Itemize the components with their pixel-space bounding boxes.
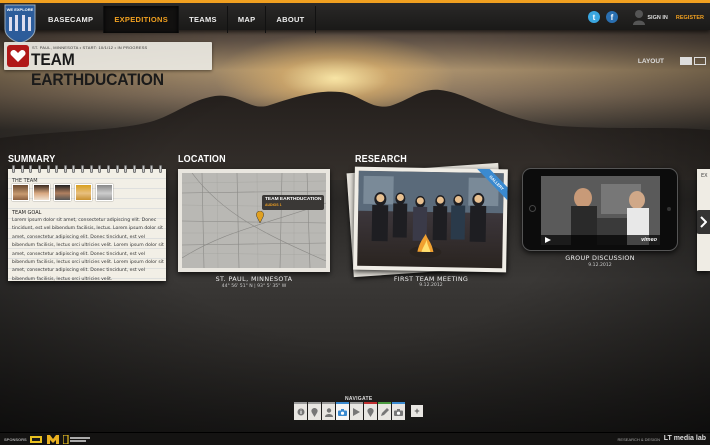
avatar[interactable] — [96, 184, 113, 201]
nav-tool-photos[interactable] — [336, 402, 349, 420]
top-navigation-bar: WE EXPLORE BASECAMP EXPEDITIONS TEAMS MA… — [0, 0, 710, 43]
location-heading: LOCATION — [178, 154, 226, 165]
layout-label: LAYOUT — [637, 58, 664, 65]
camera-icon — [338, 408, 347, 416]
nav-tool-places[interactable] — [364, 402, 377, 420]
nav-tool-gallery[interactable] — [392, 402, 405, 420]
next-arrow-button[interactable] — [696, 210, 710, 234]
location-coordinates: 44° 56' 51" N | 93° 5' 35" W — [221, 284, 287, 289]
team-banner: ST. PAUL, MINNESOTA • START: 10/1/12 • I… — [4, 42, 212, 89]
sponsor-logo-3[interactable] — [63, 435, 91, 444]
nav-about[interactable]: ABOUT — [266, 6, 316, 33]
location-card[interactable]: TEAM EARTHDUCATION AUDIOS 1 — [178, 169, 330, 272]
nav-tool-video[interactable] — [350, 402, 363, 420]
social-links: t f — [588, 11, 618, 23]
nav-tool-location[interactable] — [308, 402, 321, 420]
avatar[interactable] — [12, 184, 29, 201]
avatar[interactable] — [75, 184, 92, 201]
layout-grid-icon[interactable] — [694, 57, 706, 65]
medialab-logo[interactable]: LT media lab — [664, 435, 706, 442]
location-map[interactable]: TEAM EARTHDUCATION AUDIOS 1 — [182, 173, 326, 268]
play-icon — [353, 408, 360, 416]
person-icon — [324, 407, 333, 417]
map-pin-icon[interactable] — [256, 211, 264, 223]
facebook-icon[interactable]: f — [606, 11, 618, 23]
video-controls: vimeo — [541, 235, 660, 245]
team-badge-icon — [7, 45, 29, 67]
video-date: 9.12.2012 — [588, 263, 612, 268]
avatar[interactable] — [54, 184, 71, 201]
photo-caption: FIRST TEAM MEETING — [393, 275, 469, 283]
camera-icon — [394, 408, 403, 416]
nav-teams[interactable]: TEAMS — [179, 6, 228, 33]
peek-text: EX — [701, 173, 708, 179]
logo-text: WE EXPLORE — [7, 7, 34, 12]
add-button[interactable]: + — [411, 405, 423, 417]
summary-heading: SUMMARY — [8, 154, 56, 165]
sponsor-logo-1[interactable] — [30, 435, 42, 444]
team-avatars — [12, 184, 113, 201]
team-title: TEAM EARTHDUCATION — [31, 50, 164, 89]
video-player[interactable]: vimeo — [541, 176, 660, 245]
nav-tool-notes[interactable] — [378, 402, 391, 420]
vimeo-logo[interactable]: vimeo — [641, 237, 657, 243]
we-explore-logo[interactable]: WE EXPLORE — [3, 3, 37, 43]
phone-camera — [667, 207, 671, 211]
nav-map[interactable]: MAP — [228, 6, 267, 33]
research-design-label: RESEARCH & DESIGN — [617, 437, 660, 442]
map-popup: TEAM EARTHDUCATION AUDIOS 1 — [262, 195, 325, 210]
sign-in-link[interactable]: SIGN IN — [647, 15, 667, 21]
research-photo-card[interactable]: GALLERY — [353, 166, 508, 273]
team-goal-text: Lorem ipsum dolor sit amet, consectetur … — [12, 218, 164, 282]
team-goal-label: TEAM GOAL — [12, 210, 42, 216]
map-roads — [182, 173, 326, 268]
layout-switcher — [680, 57, 706, 65]
sponsor-logo-2[interactable] — [47, 435, 59, 444]
footer: SPONSORS RESEARCH & DESIGN LT media lab — [0, 432, 710, 445]
info-icon — [297, 408, 304, 416]
main-nav: BASECAMP EXPEDITIONS TEAMS MAP ABOUT — [38, 6, 316, 33]
play-icon[interactable] — [545, 237, 551, 243]
nav-tool-team[interactable] — [322, 402, 335, 420]
user-icon[interactable] — [632, 9, 646, 25]
layout-list-icon[interactable] — [680, 57, 692, 65]
team-meeting-photo — [357, 170, 504, 269]
map-popup-title: TEAM EARTHDUCATION — [265, 197, 322, 202]
nav-basecamp[interactable]: BASECAMP — [38, 6, 105, 33]
map-popup-subtitle: AUDIOS 1 — [265, 202, 282, 207]
research-heading: RESEARCH — [355, 154, 407, 165]
video-phone-card[interactable]: vimeo — [522, 168, 678, 251]
sponsors-label: SPONSORS — [4, 437, 27, 442]
auth-links: SIGN IN REGISTER — [647, 15, 704, 21]
twitter-icon[interactable]: t — [588, 11, 600, 23]
pin-icon — [367, 407, 374, 417]
register-link[interactable]: REGISTER — [676, 15, 704, 21]
navigate-toolbar: + — [294, 402, 423, 420]
pin-icon — [311, 407, 318, 417]
summary-card[interactable]: THE TEAM TEAM GOAL Lorem ipsum dolor sit… — [8, 165, 166, 282]
avatar[interactable] — [33, 184, 50, 201]
phone-home-button — [529, 205, 536, 212]
photo-date: 9.12.2012 — [419, 283, 443, 288]
video-caption: GROUP DISCUSSION — [565, 254, 635, 262]
pencil-icon — [380, 408, 389, 416]
chevron-right-icon — [699, 216, 707, 228]
location-caption: ST. PAUL, MINNESOTA — [215, 275, 293, 283]
nav-expeditions[interactable]: EXPEDITIONS — [104, 6, 180, 33]
notebook-spiral — [12, 165, 162, 173]
nav-tool-info[interactable] — [294, 402, 307, 420]
photo-scene — [358, 170, 504, 258]
